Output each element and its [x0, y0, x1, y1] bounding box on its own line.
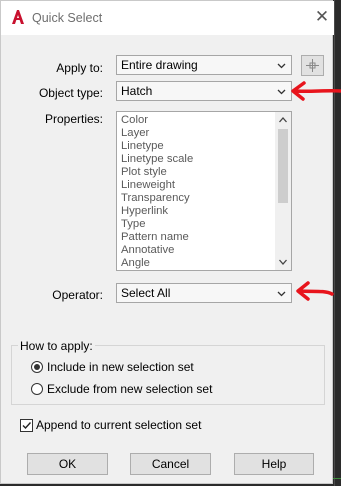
list-item[interactable]: Type [121, 218, 193, 231]
window-title: Quick Select [32, 11, 103, 25]
apply-to-value: Entire drawing [121, 58, 198, 72]
list-item[interactable]: Color [121, 114, 193, 127]
list-item[interactable]: Linetype [121, 140, 193, 153]
object-type-label: Object type: [38, 86, 103, 100]
help-button[interactable]: Help [234, 453, 314, 475]
apply-to-label: Apply to: [56, 61, 103, 75]
how-to-apply-group [11, 345, 325, 405]
apply-to-dropdown[interactable]: Entire drawing [116, 55, 292, 75]
select-objects-button[interactable] [301, 55, 324, 76]
chevron-down-icon [277, 291, 286, 297]
operator-dropdown[interactable]: Select All [116, 283, 292, 303]
close-icon[interactable]: ✕ [313, 8, 331, 26]
object-type-value: Hatch [121, 84, 153, 98]
annotation-arrow-icon [291, 81, 341, 101]
quick-select-dialog: Quick Select ✕ Apply to: Entire drawing … [0, 0, 334, 484]
chevron-down-icon [277, 89, 286, 95]
radio-unselected-icon[interactable] [31, 383, 43, 395]
list-item[interactable]: Layer [121, 127, 193, 140]
list-item[interactable]: Hyperlink [121, 205, 193, 218]
list-item[interactable]: Linetype scale [121, 153, 193, 166]
properties-list[interactable]: Color Layer Linetype Linetype scale Plot sty… [116, 111, 292, 271]
chevron-down-icon [277, 63, 286, 69]
list-item[interactable]: Angle [121, 257, 193, 270]
scroll-down-icon[interactable] [279, 258, 287, 266]
properties-scrollbar[interactable] [275, 112, 291, 270]
how-to-apply-title: How to apply: [18, 339, 95, 353]
list-item[interactable]: Transparency [121, 192, 193, 205]
title-bar: Quick Select ✕ [1, 1, 334, 35]
properties-label: Properties: [44, 112, 103, 126]
list-item[interactable]: Plot style [121, 166, 193, 179]
append-checkbox-label: Append to current selection set [36, 418, 202, 432]
exclude-radio-label: Exclude from new selection set [47, 382, 213, 396]
checkbox-checked-icon[interactable] [20, 419, 33, 432]
autocad-logo-icon [10, 9, 26, 25]
scroll-up-icon[interactable] [279, 116, 287, 124]
list-item[interactable]: Lineweight [121, 179, 193, 192]
object-type-dropdown[interactable]: Hatch [116, 81, 292, 101]
cancel-button[interactable]: Cancel [130, 453, 211, 475]
operator-label: Operator: [52, 288, 103, 302]
ok-button[interactable]: OK [27, 453, 108, 475]
radio-selected-icon[interactable] [31, 361, 43, 373]
background-line [333, 478, 341, 479]
operator-value: Select All [121, 286, 171, 300]
annotation-arrow-icon [296, 281, 334, 301]
scrollbar-thumb[interactable] [278, 129, 288, 203]
include-radio-label: Include in new selection set [47, 360, 194, 374]
properties-items: Color Layer Linetype Linetype scale Plot sty… [121, 114, 193, 270]
background-line [334, 0, 335, 486]
select-objects-icon [306, 59, 319, 72]
list-item[interactable]: Annotative [121, 244, 193, 257]
list-item[interactable]: Pattern name [121, 231, 193, 244]
